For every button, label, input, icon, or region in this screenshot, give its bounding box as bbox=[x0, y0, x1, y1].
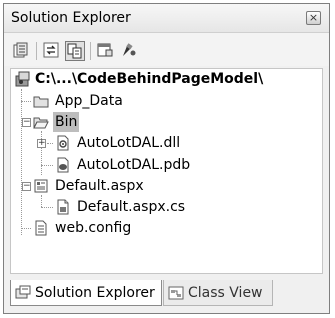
tree-item-label-selected: Bin bbox=[53, 112, 80, 132]
tree-connector bbox=[21, 101, 31, 102]
refresh-icon bbox=[43, 42, 59, 58]
title-bar: Solution Explorer × bbox=[4, 4, 329, 33]
refresh-button[interactable] bbox=[42, 41, 62, 61]
toolbar-separator bbox=[36, 42, 37, 60]
tree-item-label: AutoLotDAL.pdb bbox=[77, 157, 191, 173]
close-button[interactable]: × bbox=[306, 11, 321, 25]
solution-explorer-icon bbox=[15, 285, 31, 299]
expand-toggle[interactable]: + bbox=[37, 139, 46, 148]
csharp-file-icon bbox=[57, 199, 69, 215]
tree-item-label: web.config bbox=[55, 220, 132, 236]
folder-icon bbox=[33, 96, 49, 108]
pdb-file-icon bbox=[57, 157, 69, 173]
folder-open-icon bbox=[33, 117, 49, 129]
tab-solution-explorer[interactable]: Solution Explorer bbox=[10, 280, 162, 306]
toolbar-separator bbox=[90, 42, 91, 60]
properties-button[interactable] bbox=[12, 41, 32, 61]
view-code-icon bbox=[97, 43, 113, 57]
dll-file-icon bbox=[57, 135, 69, 151]
tree-connector bbox=[21, 228, 31, 229]
tree-root-label: C:\...\CodeBehindPageModel\ bbox=[35, 71, 264, 87]
show-all-files-icon bbox=[67, 43, 82, 59]
tree-item-label: App_Data bbox=[55, 93, 123, 109]
aspx-file-icon bbox=[34, 179, 48, 193]
view-code-button[interactable] bbox=[96, 41, 116, 61]
tree-connector bbox=[41, 195, 42, 207]
show-all-files-button[interactable] bbox=[65, 41, 85, 61]
config-file-icon bbox=[35, 220, 47, 236]
solution-tree: C:\...\CodeBehindPageModel\ App_Data − B… bbox=[10, 68, 323, 274]
collapse-toggle[interactable]: − bbox=[22, 182, 31, 191]
tree-root-node[interactable]: C:\...\CodeBehindPageModel\ bbox=[13, 69, 313, 89]
tree-connector bbox=[21, 89, 22, 235]
class-view-icon bbox=[168, 286, 184, 300]
tab-class-view[interactable]: Class View bbox=[163, 280, 273, 306]
tree-item-label: Default.aspx bbox=[55, 178, 144, 194]
tree-item-label: Default.aspx.cs bbox=[77, 199, 186, 215]
solution-icon bbox=[15, 71, 30, 87]
tree-connector bbox=[41, 207, 53, 208]
toolbar bbox=[4, 33, 329, 66]
view-designer-icon bbox=[123, 43, 136, 56]
properties-icon bbox=[13, 42, 28, 58]
tree-connector bbox=[47, 143, 53, 144]
tree-connector bbox=[41, 165, 53, 166]
collapse-toggle[interactable]: − bbox=[22, 118, 31, 127]
tab-label: Class View bbox=[188, 285, 263, 301]
tab-label: Solution Explorer bbox=[35, 285, 155, 301]
solution-explorer-panel: Solution Explorer × C:\...\CodeBehindPag… bbox=[3, 3, 330, 314]
window-title: Solution Explorer bbox=[11, 10, 131, 26]
tree-item-label: AutoLotDAL.dll bbox=[77, 135, 181, 151]
view-designer-button[interactable] bbox=[120, 41, 140, 61]
close-icon: × bbox=[308, 11, 319, 24]
bottom-tab-strip: Solution Explorer Class View bbox=[10, 280, 323, 308]
